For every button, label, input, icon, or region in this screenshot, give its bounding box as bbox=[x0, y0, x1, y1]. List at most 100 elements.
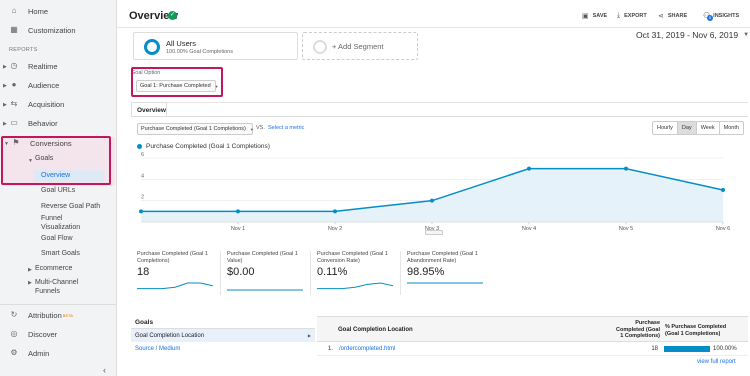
granularity-day[interactable]: Day bbox=[677, 122, 697, 134]
y-tick-label: 4 bbox=[141, 173, 144, 179]
col-percent[interactable]: % Purchase Completed (Goal 1 Completions… bbox=[665, 324, 750, 337]
sidebar-item-label: Behavior bbox=[28, 118, 58, 128]
sidebar-item-acquisition[interactable]: ⇆ Acquisition bbox=[9, 99, 65, 109]
verified-check-icon: ✓ bbox=[168, 11, 177, 20]
chevron-down-icon: ▼ bbox=[214, 83, 219, 89]
share-button[interactable]: ⋖ SHARE bbox=[658, 12, 687, 20]
sidebar-item-label: Conversions bbox=[30, 138, 72, 148]
sparkline bbox=[227, 289, 303, 291]
sidebar-item-label: Acquisition bbox=[28, 99, 65, 109]
x-tick-label: Nov 5 bbox=[619, 226, 633, 232]
insights-icon: ⚇ 0 bbox=[703, 11, 713, 21]
granularity-week[interactable]: Week bbox=[697, 122, 720, 134]
granularity-month[interactable]: Month bbox=[720, 122, 743, 134]
expand-arrow-icon: ▶ bbox=[3, 102, 7, 108]
chart-resize-handle[interactable] bbox=[425, 230, 443, 235]
scorecard[interactable]: Purchase Completed (Goal 1 Completions) 1… bbox=[137, 251, 221, 295]
view-full-report-link[interactable]: view full report bbox=[697, 359, 736, 365]
sidebar-item-discover[interactable]: ◎ Discover bbox=[9, 329, 58, 339]
data-point bbox=[624, 166, 628, 171]
main-content: Overview ✓ ▣ SAVE ⤓ EXPORT ⋖ SHARE ⚇ 0 I… bbox=[117, 0, 750, 376]
sidebar-item-behavior[interactable]: ▭ Behavior bbox=[9, 118, 58, 128]
sidebar-item-customization[interactable]: ▦ Customization bbox=[9, 25, 76, 35]
sidebar-item-label: Admin bbox=[28, 348, 50, 358]
table-row: 1. /ordercompleted.html 18 100.00% bbox=[317, 342, 748, 356]
row-percent-bar-track bbox=[664, 346, 710, 352]
goal-option-select[interactable]: Goal 1: Purchase Completed ▼ bbox=[136, 80, 219, 92]
sidebar-item-goal-flow[interactable]: Goal Flow bbox=[41, 235, 73, 242]
sidebar-item-reverse-goal-path[interactable]: Reverse Goal Path bbox=[41, 203, 100, 210]
sidebar-item-ecommerce[interactable]: Ecommerce bbox=[35, 265, 72, 272]
x-tick-label: Nov 1 bbox=[231, 226, 245, 232]
tab-overview[interactable]: Overview bbox=[131, 102, 167, 117]
flag-icon: ⚑ bbox=[12, 138, 20, 147]
date-range-selector[interactable]: Oct 31, 2019 - Nov 6, 2019 ▼ bbox=[636, 30, 749, 40]
vs-label: VS. bbox=[256, 125, 265, 131]
row-completions: 18 bbox=[651, 346, 658, 352]
sidebar-item-conversions[interactable]: ⚑ Conversions bbox=[11, 138, 72, 148]
collapse-arrow-icon: ▼ bbox=[4, 141, 9, 147]
sidebar-item-overview[interactable]: Overview bbox=[41, 172, 70, 179]
data-point bbox=[236, 209, 240, 214]
segment-all-users[interactable]: All Users 100.00% Goal Completions bbox=[133, 32, 298, 60]
sidebar-item-audience[interactable]: ● Audience bbox=[9, 80, 60, 90]
goals-table-header: Goals bbox=[135, 319, 154, 326]
scorecard[interactable]: Purchase Completed (Goal 1 Conversion Ra… bbox=[317, 251, 401, 295]
insights-count-badge: 0 bbox=[707, 15, 713, 21]
scorecard-value: 18 bbox=[137, 266, 150, 278]
share-icon: ⋖ bbox=[658, 13, 664, 20]
chart-legend: Purchase Completed (Goal 1 Completions) bbox=[137, 143, 270, 150]
add-segment-button[interactable]: + Add Segment bbox=[302, 32, 418, 60]
legend-label: Purchase Completed (Goal 1 Completions) bbox=[146, 143, 270, 150]
data-point bbox=[139, 209, 143, 214]
data-point bbox=[721, 188, 725, 192]
scorecard[interactable]: Purchase Completed (Goal 1 Value) $0.00 bbox=[227, 251, 311, 295]
expand-arrow-icon: ▶ bbox=[3, 64, 7, 70]
scorecard-label: Purchase Completed (Goal 1 Completions) bbox=[137, 251, 208, 264]
insights-button[interactable]: ⚇ 0 INSIGHTS bbox=[703, 11, 739, 21]
segment-subtitle: 100.00% Goal Completions bbox=[166, 49, 233, 55]
collapse-arrow-icon: ▼ bbox=[28, 158, 33, 164]
sidebar-item-smart-goals[interactable]: Smart Goals bbox=[41, 250, 80, 257]
metric-select[interactable]: Purchase Completed (Goal 1 Completions) … bbox=[137, 123, 254, 135]
sidebar-item-funnel-visualization[interactable]: Funnel Visualization bbox=[41, 214, 80, 232]
sidebar-item-label: Discover bbox=[28, 329, 58, 339]
sidebar-item-multi-channel-funnels[interactable]: Multi-Channel Funnels bbox=[35, 278, 78, 296]
x-tick-label: Nov 2 bbox=[328, 226, 342, 232]
save-button[interactable]: ▣ SAVE bbox=[582, 12, 607, 20]
sidebar-item-home[interactable]: ⌂ Home bbox=[9, 6, 48, 16]
col-goal-completion-location[interactable]: Goal Completion Location bbox=[338, 327, 413, 333]
sidebar-item-label: Customization bbox=[28, 25, 76, 35]
sidebar-item-realtime[interactable]: ◷ Realtime bbox=[9, 61, 58, 71]
person-icon: ● bbox=[11, 80, 17, 89]
export-button[interactable]: ⤓ EXPORT bbox=[617, 12, 647, 20]
dimension-goal-completion-location[interactable]: Goal Completion Location ▶ bbox=[131, 328, 315, 342]
sidebar-item-label: Attribution bbox=[28, 310, 62, 320]
row-location-link[interactable]: /ordercompleted.html bbox=[339, 346, 395, 352]
sidebar-item-goal-urls[interactable]: Goal URLs bbox=[41, 187, 75, 194]
sparkline bbox=[137, 282, 213, 290]
sidebar: ⌂ Home ▦ Customization REPORTS ▶ ◷ Realt… bbox=[0, 0, 117, 376]
expand-arrow-icon: ▶ bbox=[3, 121, 7, 127]
table-header-row: Goal Completion Location Purchase Comple… bbox=[317, 316, 748, 342]
select-metric-link[interactable]: Select a metric bbox=[268, 125, 304, 131]
goal-option-value: Goal 1: Purchase Completed bbox=[140, 83, 211, 89]
y-tick-label: 6 bbox=[141, 152, 144, 158]
sidebar-item-attribution[interactable]: ↻ Attribution BETA bbox=[9, 310, 73, 320]
segment-circle-icon bbox=[144, 39, 160, 55]
dimension-source-medium[interactable]: Source / Medium bbox=[135, 346, 180, 352]
attribution-icon: ↻ bbox=[10, 310, 18, 319]
sidebar-item-goals[interactable]: Goals bbox=[35, 155, 53, 162]
acquisition-icon: ⇆ bbox=[10, 99, 18, 108]
sidebar-item-admin[interactable]: ⚙ Admin bbox=[9, 348, 49, 358]
data-point bbox=[333, 209, 337, 214]
scorecard-label: Purchase Completed (Goal 1 Conversion Ra… bbox=[317, 251, 388, 264]
home-icon: ⌂ bbox=[11, 6, 17, 15]
goal-option-divider bbox=[131, 102, 748, 103]
sidebar-item-label: Home bbox=[28, 6, 49, 16]
collapse-sidebar-icon[interactable]: ‹ bbox=[103, 365, 106, 375]
sidebar-item-label: Audience bbox=[28, 80, 60, 90]
col-completions[interactable]: Purchase Completed (Goal 1 Completions) bbox=[580, 320, 660, 340]
scorecard[interactable]: Purchase Completed (Goal 1 Abandonment R… bbox=[407, 251, 491, 295]
granularity-hourly[interactable]: Hourly bbox=[653, 122, 678, 134]
